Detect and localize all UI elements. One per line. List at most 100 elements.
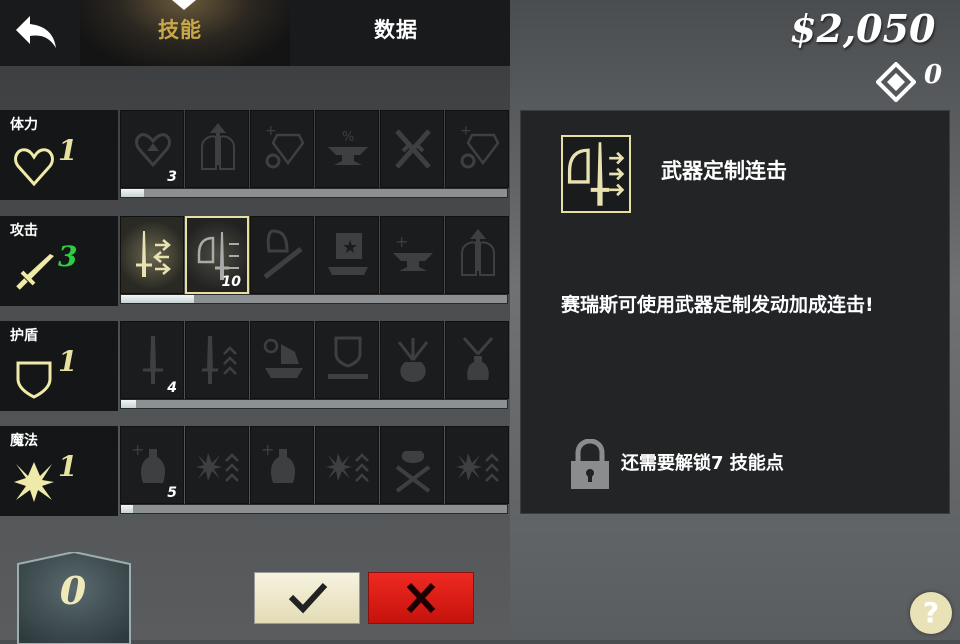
burst-chevrons-icon: [456, 453, 499, 482]
skill-description: 赛瑞斯可使用武器定制发动加成连击!: [561, 294, 874, 316]
category-stamina[interactable]: 体力 1: [0, 110, 118, 200]
svg-text:+: +: [395, 232, 408, 251]
sack-swords-icon: [395, 451, 431, 493]
skill-slot[interactable]: 4: [120, 321, 184, 399]
skill-slot[interactable]: [445, 216, 509, 294]
category-attack[interactable]: 攻击 3: [0, 216, 118, 306]
category-progress-bar: [120, 294, 508, 304]
svg-text:+: +: [460, 123, 472, 139]
skill-slot[interactable]: +: [250, 426, 314, 504]
category-level: 1: [58, 345, 78, 378]
category-level: 3: [58, 240, 78, 273]
back-arrow-icon: [16, 16, 56, 48]
skill-slot[interactable]: [185, 321, 249, 399]
sword-icon: [16, 254, 54, 290]
shield-icon: [16, 361, 52, 399]
sword-chevrons-icon: [202, 336, 237, 384]
crossed-swords-icon: [395, 129, 431, 169]
anvil-percent-icon: %: [328, 130, 368, 165]
x-icon: [406, 582, 436, 614]
skill-points-value: 0: [59, 568, 87, 613]
money-display: $2,050: [790, 6, 935, 51]
skill-cost: 10: [221, 274, 241, 290]
skill-slot[interactable]: [185, 110, 249, 188]
skill-title: 武器定制连击: [661, 159, 787, 183]
category-level: 1: [58, 450, 78, 483]
armor-up-icon: [201, 123, 235, 170]
svg-text:%: %: [342, 130, 354, 145]
skill-slot[interactable]: %: [315, 110, 379, 188]
skill-cost: 4: [167, 380, 177, 396]
heart-icon: [14, 148, 54, 187]
svg-text:+: +: [261, 440, 274, 459]
padlock-icon: [571, 439, 609, 489]
category-name: 护盾: [10, 328, 38, 344]
skill-slot[interactable]: +: [445, 110, 509, 188]
skill-cost: 3: [167, 169, 177, 185]
category-row-shield: 护盾 1 4: [0, 321, 510, 413]
skill-slot[interactable]: +: [380, 216, 444, 294]
skill-slot[interactable]: 3: [120, 110, 184, 188]
skill-slot-selected[interactable]: 10: [185, 216, 249, 294]
sword-combo-icon: [136, 231, 171, 277]
help-button[interactable]: ?: [910, 592, 952, 634]
tab-stats-label: 数据: [374, 18, 418, 42]
gems-value: 0: [924, 60, 943, 90]
category-name: 体力: [10, 117, 38, 133]
gem-gear-icon: +: [265, 123, 305, 169]
category-progress-bar: [120, 188, 508, 198]
category-row-stamina: 体力 1 3 + % +: [0, 110, 510, 202]
skill-slot[interactable]: + 5: [120, 426, 184, 504]
tab-indicator-icon: [172, 0, 196, 10]
progress-fill: [121, 189, 145, 197]
skill-slot[interactable]: [380, 426, 444, 504]
cancel-button[interactable]: [368, 572, 474, 624]
burst-chevrons-icon: [326, 453, 369, 482]
skill-slot[interactable]: [380, 321, 444, 399]
burst-chevrons-icon: [196, 453, 239, 482]
skill-slot[interactable]: [315, 321, 379, 399]
armor-up-icon: [461, 229, 495, 276]
magic-burst-icon: [14, 462, 54, 502]
skill-slot[interactable]: [445, 426, 509, 504]
skill-slot[interactable]: [445, 321, 509, 399]
skill-slot-unlocked[interactable]: [120, 216, 184, 294]
category-row-magic: 魔法 1 + 5 +: [0, 426, 510, 518]
svg-text:+: +: [131, 440, 144, 459]
svg-text:★: ★: [342, 237, 358, 258]
helmet-sword-icon: [263, 229, 303, 279]
detail-skill-icon-frame: [561, 135, 631, 213]
confirm-button[interactable]: [254, 572, 360, 624]
progress-fill: [121, 295, 195, 303]
tab-skills-label: 技能: [158, 18, 202, 42]
gem-icon: [876, 62, 916, 102]
back-button[interactable]: [12, 10, 60, 54]
checkmark-icon: [288, 582, 328, 614]
sack-arrows-icon: [397, 338, 429, 382]
tab-skills[interactable]: 技能: [80, 0, 290, 66]
bottle-arrows-icon: [462, 337, 494, 380]
category-progress-bar: [120, 504, 508, 514]
category-magic[interactable]: 魔法 1: [0, 426, 118, 516]
tab-stats[interactable]: 数据: [330, 0, 470, 66]
anvil-plus-icon: +: [393, 232, 433, 271]
skill-tree-panel: [0, 0, 510, 640]
boat-icon: [263, 338, 303, 378]
skill-slot[interactable]: [250, 216, 314, 294]
svg-text:+: +: [265, 123, 277, 139]
bottle-plus-icon: +: [261, 440, 295, 483]
skill-slot[interactable]: +: [250, 110, 314, 188]
progress-fill: [121, 400, 137, 408]
category-name: 攻击: [10, 223, 38, 239]
category-shield[interactable]: 护盾 1: [0, 321, 118, 411]
helmet-sword-combo-icon: [567, 142, 625, 206]
skill-slot[interactable]: [380, 110, 444, 188]
skill-slot[interactable]: ★: [315, 216, 379, 294]
category-level: 1: [58, 134, 78, 167]
category-row-attack: 攻击 3 10 ★ +: [0, 216, 510, 308]
skill-slot[interactable]: [250, 321, 314, 399]
skill-slot[interactable]: [315, 426, 379, 504]
skill-slot[interactable]: [185, 426, 249, 504]
dollar-icon: $: [790, 6, 817, 51]
unlock-requirement: 还需要解锁7 技能点: [621, 453, 784, 474]
